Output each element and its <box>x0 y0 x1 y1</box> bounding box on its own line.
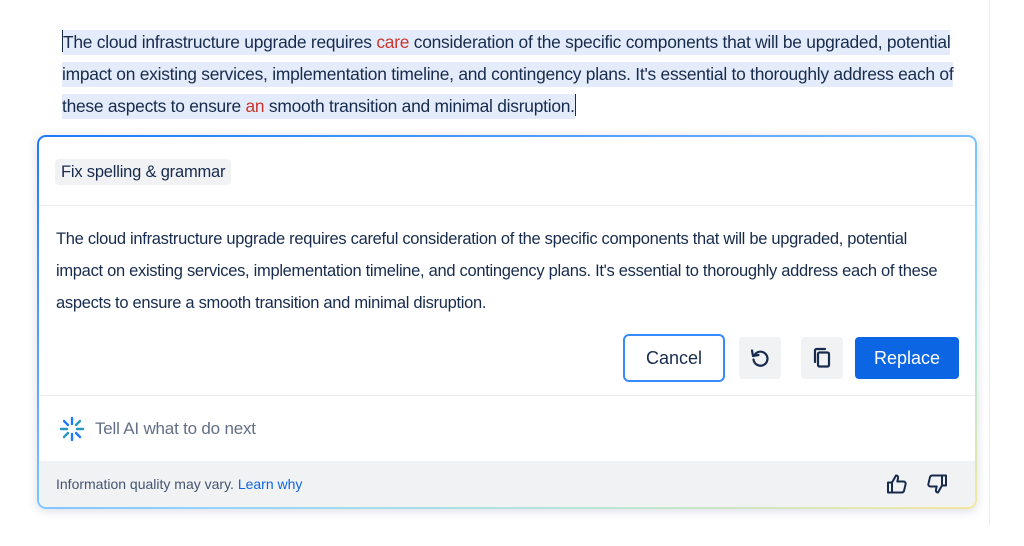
retry-button[interactable] <box>739 337 781 379</box>
panel-header: Fix spelling & grammar <box>39 137 975 206</box>
selection-end-caret <box>574 94 576 116</box>
copy-icon <box>813 347 831 368</box>
copy-button[interactable] <box>801 337 843 379</box>
cancel-button[interactable]: Cancel <box>623 334 725 382</box>
info-quality-text: Information quality may vary. <box>56 476 234 492</box>
spelling-error-word: care <box>376 32 410 52</box>
retry-icon <box>750 349 769 367</box>
editor-right-border <box>989 0 990 525</box>
thumbs-up-icon[interactable] <box>885 472 909 496</box>
panel-footer: Information quality may vary. Learn why <box>39 461 975 507</box>
selected-original-text[interactable]: The cloud infrastructure upgrade require… <box>62 26 962 122</box>
action-chip-fix-spelling: Fix spelling & grammar <box>55 159 232 185</box>
learn-why-link[interactable]: Learn why <box>238 476 303 492</box>
selection-highlight: The cloud infrastructure upgrade require… <box>62 30 954 119</box>
ai-suggestion-panel: Fix spelling & grammar The cloud infrast… <box>39 137 975 507</box>
original-text-segment: The cloud infrastructure upgrade require… <box>63 32 377 52</box>
replace-button[interactable]: Replace <box>855 337 959 379</box>
info-quality-notice: Information quality may vary. Learn why <box>56 475 302 493</box>
ai-sparkle-icon <box>59 416 85 442</box>
ai-suggestion-panel-border: Fix spelling & grammar The cloud infrast… <box>37 135 977 509</box>
action-buttons: Cancel Replace <box>623 334 959 382</box>
ai-prompt-row[interactable]: Tell AI what to do next <box>39 395 975 462</box>
grammar-error-word: an <box>245 96 265 116</box>
original-text-segment: smooth transition and minimal disruption… <box>264 96 575 116</box>
ai-prompt-input[interactable]: Tell AI what to do next <box>95 416 256 442</box>
thumbs-down-icon[interactable] <box>925 472 949 496</box>
suggested-text: The cloud infrastructure upgrade require… <box>56 230 938 312</box>
